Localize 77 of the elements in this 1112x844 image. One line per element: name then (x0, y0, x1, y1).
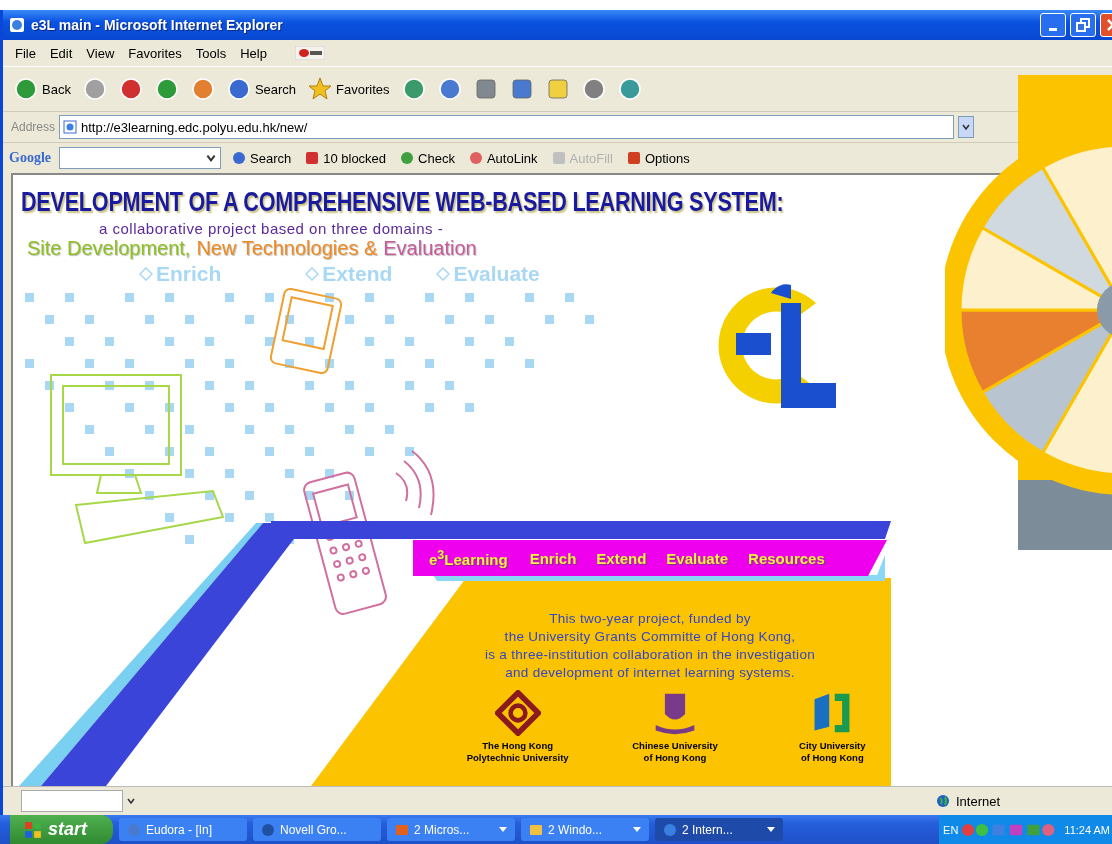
restore-icon (1073, 15, 1093, 35)
address-label: Address (11, 120, 56, 134)
menu-item[interactable]: Edit (49, 45, 73, 61)
page-icon (63, 120, 78, 134)
knot-emblem-icon (494, 690, 541, 736)
clock: 11:24 AM (1064, 823, 1110, 836)
options-icon (626, 151, 641, 165)
windows-flag-icon (24, 820, 42, 839)
note-icon (545, 77, 570, 101)
toolbar-button[interactable]: Favorites (305, 75, 393, 103)
menu-item[interactable]: View (86, 45, 115, 61)
taskbar-button[interactable]: 2 Micros... (387, 818, 515, 841)
stop-icon (118, 77, 143, 101)
domain-label: New Technologies & (196, 237, 378, 260)
page-heading: DEVELOPMENT OF A COMPREHENSIVE WEB-BASED LEARNING SYSTEM: (21, 187, 784, 218)
caret-icon (961, 122, 972, 132)
institution-name: The Hong Kong Polytechnic University (466, 740, 569, 764)
refresh-icon (154, 77, 179, 101)
globe-icon (261, 822, 275, 837)
google-logo[interactable]: Google (9, 150, 51, 166)
minimize-icon (1049, 27, 1057, 31)
toolbar-button[interactable]: Search (223, 75, 300, 103)
institution-name: Chinese University of Hong Kong (632, 740, 718, 764)
window-title: e3L main - Microsoft Internet Explorer (31, 17, 283, 33)
dropdown-button[interactable] (958, 116, 975, 138)
menu-item[interactable]: Favorites (128, 45, 182, 61)
project-description: This two-year project, funded by the University Grants Committe of Hong Kong, is a three-institution collaboration in the investigation and development of internet learning systems. (483, 610, 816, 682)
search-field[interactable] (59, 147, 221, 169)
globe-icon (936, 794, 950, 808)
taskbar-button[interactable]: 2 Windo... (521, 818, 649, 841)
toolbar-button[interactable]: 10 blocked (302, 149, 390, 167)
taskbar-button[interactable]: 2 Intern... (655, 818, 783, 841)
taskbar-button[interactable]: Eudora - [In] (119, 818, 247, 841)
toolbar-button[interactable]: Check (397, 149, 458, 167)
search-icon (232, 151, 246, 165)
domain-label: Evaluation (383, 237, 477, 260)
history-icon (401, 77, 426, 101)
diamond-icon (436, 267, 451, 281)
check-icon (400, 151, 415, 165)
domain-label: Site Development, (27, 237, 191, 260)
language-indicator[interactable]: EN (943, 823, 959, 836)
zone-label: Internet (956, 793, 1001, 809)
blocked-icon (305, 151, 320, 165)
back-icon (14, 77, 38, 101)
folder-icon (529, 822, 543, 837)
diamond-icon (139, 267, 153, 281)
toolbar-button[interactable]: Options (623, 149, 693, 167)
search-icon (226, 77, 251, 101)
autofill-icon (551, 151, 566, 165)
forward-icon (82, 77, 107, 101)
toolbar-button[interactable]: Search (229, 149, 295, 167)
menu-item[interactable]: Help (240, 45, 267, 61)
edit-icon (509, 77, 534, 101)
minimize-button[interactable] (1040, 13, 1066, 37)
autolink-icon (468, 151, 483, 165)
logo-icon (294, 46, 325, 60)
page-subheading: a collaborative project based on three domains - (99, 220, 444, 237)
print-icon (473, 77, 498, 101)
menu-item[interactable]: Tools (195, 45, 227, 61)
people-icon (617, 77, 642, 101)
toolbar-button[interactable]: Back (11, 75, 74, 103)
slides-icon (395, 822, 409, 837)
address-field[interactable]: http://e3learning.edc.polyu.edu.hk/new/ (59, 115, 955, 139)
browser-icon (663, 822, 677, 837)
maximize-button[interactable] (1070, 13, 1096, 37)
toolbar-button[interactable]: AutoLink (465, 149, 541, 167)
messenger-icon (581, 77, 606, 101)
menu-item[interactable]: File (15, 45, 36, 61)
home-icon (190, 77, 215, 101)
caret-icon (205, 152, 217, 164)
taskbar-button[interactable]: Novell Gro... (253, 818, 381, 841)
mail-icon (127, 822, 141, 837)
mail-icon (437, 77, 462, 101)
diamond-icon (305, 267, 320, 281)
institution-name: City University of Hong Kong (799, 740, 866, 764)
favorites-icon (308, 77, 333, 101)
browser-icon (9, 17, 25, 33)
